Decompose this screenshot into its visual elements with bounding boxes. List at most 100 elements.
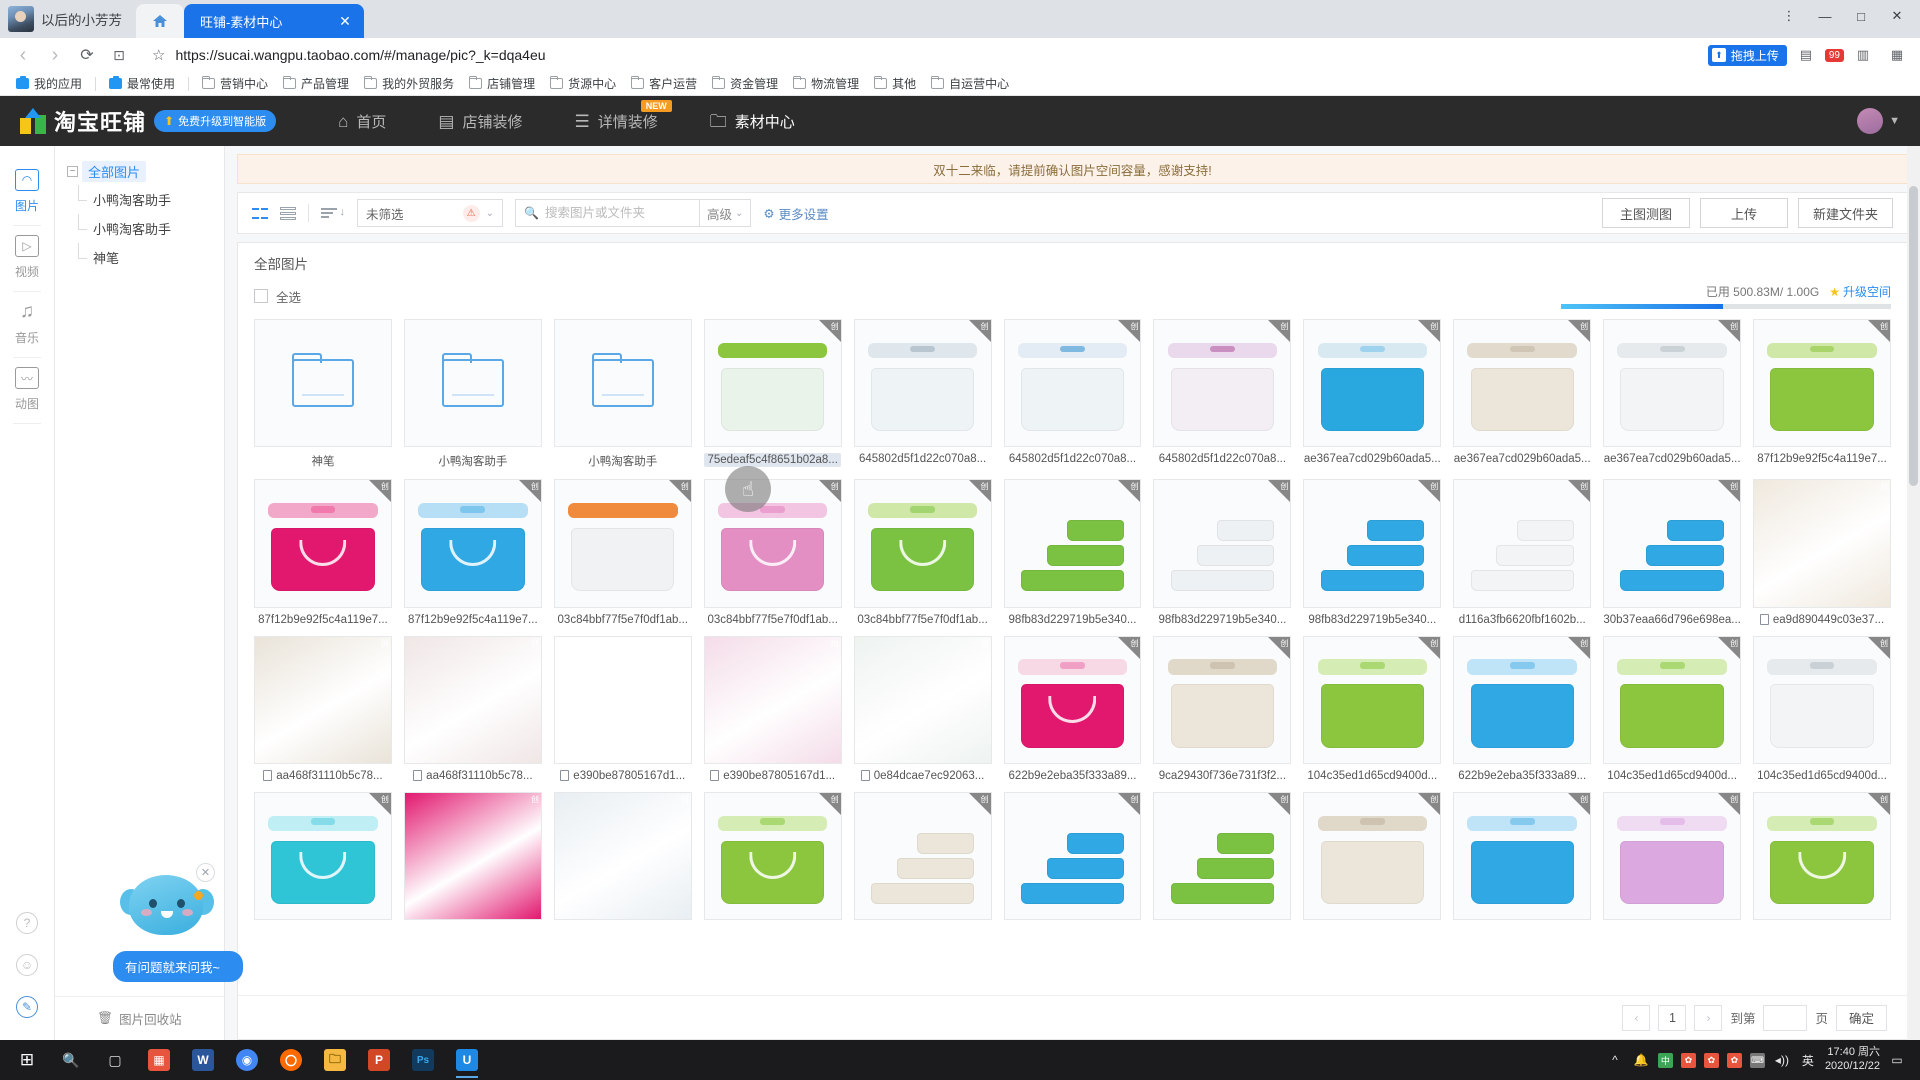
grid-item-thumbnail[interactable]: 创 [703, 319, 842, 448]
grid-item-thumbnail[interactable]: 创 [1303, 319, 1442, 448]
start-button[interactable]: ⊞ [6, 1040, 48, 1080]
bookmark-item[interactable]: 客户运营 [625, 73, 703, 94]
grid-item[interactable]: 创 aa468f31110b5c78... [254, 635, 392, 782]
logo[interactable]: 淘宝旺铺 [20, 105, 146, 137]
bookmark-item[interactable]: 营销中心 [196, 73, 274, 94]
tree-child-item[interactable]: 小鸭淘客助手 [63, 214, 224, 243]
grid-item-thumbnail[interactable]: 创 [1153, 479, 1292, 608]
grid-item-thumbnail[interactable]: 创 [1303, 635, 1442, 764]
grid-item-thumbnail[interactable]: 创 [1753, 791, 1891, 921]
grid-item[interactable]: 创 [703, 791, 842, 926]
cast-icon[interactable]: ⊡ [104, 41, 134, 69]
bookmark-item[interactable]: 物流管理 [787, 73, 865, 94]
grid-item[interactable]: 创 aa468f31110b5c78... [403, 635, 542, 782]
grid-item-thumbnail[interactable]: 创 [1453, 635, 1592, 764]
grid-item[interactable]: 创 ae367ea7cd029b60ada5... [1453, 319, 1592, 469]
grid-item[interactable]: 创 98fb83d229719b5e340... [1003, 479, 1142, 626]
grid-item-thumbnail[interactable] [254, 319, 392, 448]
grid-item[interactable]: 创 e390be87805167d1... [553, 635, 692, 782]
keyboard-icon[interactable]: ⌨ [1749, 1052, 1765, 1068]
grid-item[interactable]: 创 98fb83d229719b5e340... [1153, 479, 1292, 626]
grid-item-thumbnail[interactable]: 创 [254, 791, 392, 921]
grid-item[interactable]: 创 [1153, 791, 1292, 926]
grid-item[interactable]: 小鸭淘客助手 [403, 319, 542, 469]
grid-item-thumbnail[interactable]: 创 [703, 791, 842, 921]
page-number[interactable]: 1 [1658, 1004, 1687, 1031]
grid-item-thumbnail[interactable]: 创 [853, 319, 992, 448]
grid-item[interactable]: 创 104c35ed1d65cd9400d... [1603, 635, 1742, 782]
content-scrollbar[interactable] [1907, 146, 1920, 1040]
tray-expand-icon[interactable]: ^ [1606, 1051, 1624, 1069]
taskbar-app-word[interactable]: W [182, 1040, 224, 1080]
grid-item-thumbnail[interactable]: 创 [553, 635, 692, 764]
grid-item-thumbnail[interactable]: 创 [254, 479, 392, 608]
image-grid-scroll[interactable]: 神笔 小鸭淘客助手 小鸭淘客助手创 75edeaf5c4f8651b02a8... 创 6… [238, 315, 1907, 995]
notification-badge[interactable]: 99 [1824, 48, 1844, 62]
grid-item[interactable]: 创 03c84bbf77f5e7f0df1ab... [853, 479, 992, 626]
window-menu-icon[interactable]: ⋮ [1772, 1, 1806, 31]
notification-center-icon[interactable]: ▭ [1888, 1051, 1906, 1069]
upgrade-space-link[interactable]: ★ 升级空间 [1829, 283, 1891, 300]
grid-item[interactable]: 创 [1303, 791, 1442, 926]
grid-view-icon[interactable] [252, 205, 268, 221]
advanced-search-toggle[interactable]: 高级 ⌄ [700, 199, 752, 227]
taskbar-app-wangwang[interactable]: 〇 [270, 1040, 312, 1080]
bookmark-item[interactable]: 自运营中心 [925, 73, 1015, 94]
grid-item[interactable]: 创 87f12b9e92f5c4a119e7... [254, 479, 392, 626]
taskbar-app-browser[interactable]: U [446, 1040, 488, 1080]
grid-item[interactable]: 创 [1003, 791, 1142, 926]
goto-page-input[interactable] [1763, 1004, 1808, 1031]
grid-item-thumbnail[interactable]: 创 [853, 791, 992, 921]
nav-item-material-center[interactable]: 🗀 素材中心 [688, 96, 817, 146]
nav-item-detail-decoration[interactable]: ☰ 详情装修 NEW [552, 96, 679, 146]
grid-item[interactable]: 创 [254, 791, 392, 926]
tree-root-item[interactable]: − 全部图片 [63, 158, 224, 185]
filter-select[interactable]: 未筛选 ⚠ ⌄ [357, 199, 503, 227]
grid-item[interactable]: 创 e390be87805167d1... [703, 635, 842, 782]
assistant-avatar[interactable]: ✕ [120, 863, 215, 947]
taskbar-app-ppt[interactable]: P [358, 1040, 400, 1080]
grid-item[interactable]: 创 03c84bbf77f5e7f0df1ab... [703, 479, 842, 626]
grid-item-thumbnail[interactable]: 创 [1003, 319, 1142, 448]
grid-item-thumbnail[interactable]: 创 [1603, 791, 1742, 921]
edit-icon[interactable]: ✎ [16, 996, 38, 1018]
grid-item-thumbnail[interactable]: 创 [1303, 479, 1442, 608]
rail-item-music[interactable]: ♫ 音乐 [0, 292, 55, 357]
grid-item-thumbnail[interactable] [403, 319, 542, 448]
taskbar-app-chart[interactable]: ▦ [138, 1040, 180, 1080]
grid-item-thumbnail[interactable]: 创 [853, 635, 992, 764]
taskbar-app-chrome[interactable]: ◉ [226, 1040, 268, 1080]
drag-upload-extension[interactable]: ⬆ 拖拽上传 [1707, 44, 1787, 66]
bell-icon[interactable]: 🔔 [1632, 1051, 1650, 1069]
grid-item[interactable]: 神笔 [254, 319, 392, 469]
maximize-icon[interactable]: □ [1844, 1, 1878, 31]
new-folder-button[interactable]: 新建文件夹 [1797, 198, 1893, 228]
grid-item-thumbnail[interactable]: 创 [1003, 479, 1142, 608]
nav-item-home[interactable]: ⌂ 首页 [316, 96, 408, 146]
minimize-icon[interactable]: — [1808, 1, 1842, 31]
grid-item-thumbnail[interactable]: 创 [1153, 635, 1292, 764]
grid-item-thumbnail[interactable]: 创 [553, 479, 692, 608]
search-input[interactable] [544, 206, 706, 220]
grid-item-thumbnail[interactable]: 创 [1003, 791, 1142, 921]
grid-item[interactable]: 创 [553, 791, 692, 926]
assistant-bubble[interactable]: 有问题就来问我~ [113, 951, 243, 982]
grid-item[interactable]: 创 87f12b9e92f5c4a119e7... [1753, 319, 1891, 469]
ime-icon-2[interactable]: ✿ [1680, 1052, 1696, 1068]
grid-item-thumbnail[interactable]: 创 [1303, 791, 1442, 921]
grid-item[interactable]: 创 ae367ea7cd029b60ada5... [1603, 319, 1742, 469]
user-avatar[interactable] [1857, 108, 1884, 134]
grid-item-thumbnail[interactable]: 创 [1753, 635, 1891, 764]
bookmark-item[interactable]: 货源中心 [544, 73, 622, 94]
grid-item-thumbnail[interactable]: 创 [403, 791, 542, 921]
bookmark-star-icon[interactable]: ☆ [152, 46, 165, 64]
scrollbar-thumb[interactable] [1909, 186, 1918, 486]
grid-item[interactable]: 创 [1753, 791, 1891, 926]
bookmark-item[interactable]: 产品管理 [277, 73, 355, 94]
next-page-button[interactable]: › [1694, 1004, 1723, 1031]
upgrade-pill[interactable]: ⬆ 免费升级到智能版 [154, 110, 277, 132]
grid-item[interactable]: 创 622b9e2eba35f333a89... [1003, 635, 1142, 782]
grid-item-thumbnail[interactable]: 创 [1153, 319, 1292, 448]
back-icon[interactable]: ‹ [8, 41, 38, 69]
bookmark-item[interactable]: 最常使用 [103, 73, 181, 94]
